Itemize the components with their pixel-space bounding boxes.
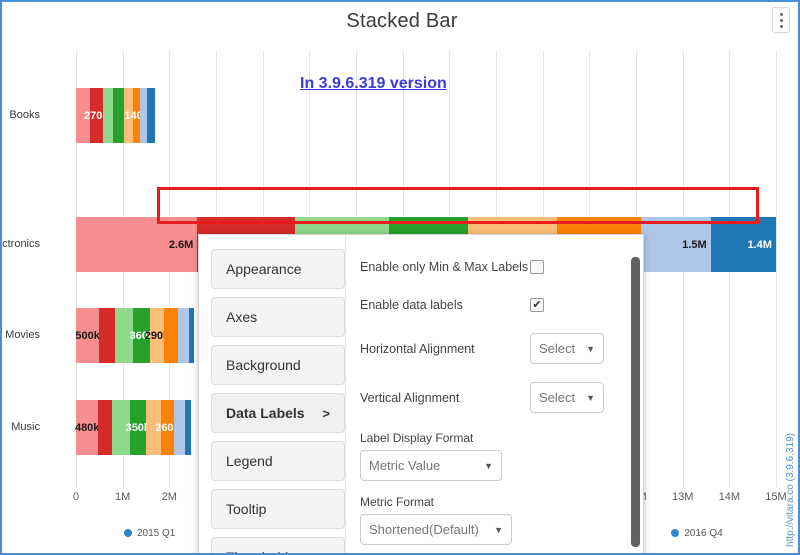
chevron-down-icon: ▼ (586, 392, 595, 403)
page-title: Stacked Bar (346, 10, 458, 32)
chart-bar-segment[interactable] (177, 308, 189, 363)
y-axis-category-label: Books (9, 108, 40, 121)
chevron-down-icon: ▼ (494, 524, 503, 535)
version-annotation-link[interactable]: In 3.9.6.319 version (300, 75, 447, 93)
horizontal-alignment-value: Select (539, 341, 576, 356)
min-max-labels-checkbox[interactable] (530, 260, 544, 274)
chart-bar-segment[interactable] (147, 88, 156, 143)
horizontal-alignment-select[interactable]: Select ▼ (530, 333, 604, 364)
legend-color-dot (671, 529, 680, 537)
vertical-alignment-label: Vertical Alignment (360, 390, 460, 405)
label-display-format-label: Label Display Format (360, 431, 474, 445)
app-window: Stacked Bar 01M2M3M4M5M6M7M8M9M10M11M12M… (0, 0, 800, 555)
settings-nav-item-label: Axes (226, 309, 258, 325)
chart-bar-segment[interactable]: 350k (126, 400, 150, 455)
field-metric-format: Metric Format Shortened(Default) ▼ (360, 495, 625, 545)
enable-data-labels-label: Enable data labels (360, 298, 463, 312)
settings-panel: Appearance Axes Background Data Labels > Lege… (198, 234, 644, 553)
min-max-labels-label: Enable only Min & Max Labels (360, 260, 529, 274)
settings-panel-scrollbar[interactable] (631, 257, 640, 547)
legend-item[interactable]: 2015 Q1 (124, 528, 175, 539)
field-label-display-format: Label Display Format Metric Value ▼ (360, 431, 625, 481)
chart-bar-row: 500k 360k 290k (75, 308, 195, 363)
legend-label: 2016 Q4 (684, 527, 723, 539)
chart-bar-segment[interactable] (98, 400, 113, 455)
chart-bar-row: 270k 140k (76, 88, 156, 143)
chart-bar-segment[interactable]: 2.6M (76, 217, 198, 272)
field-enable-data-labels: Enable data labels ✔ (360, 295, 625, 315)
chart-bar-segment[interactable] (163, 308, 178, 363)
settings-nav-item-appearance[interactable]: Appearance (211, 249, 345, 289)
settings-nav-item-label: Legend (226, 453, 273, 469)
chart-bar-segment[interactable] (102, 88, 113, 143)
settings-nav-item-label: Data Labels (226, 405, 305, 421)
data-label: 1.5M (682, 238, 707, 251)
chevron-down-icon: ▼ (484, 460, 493, 471)
vertical-alignment-value: Select (539, 390, 576, 405)
settings-nav-item-label: Tooltip (226, 501, 267, 517)
data-label: 500k (75, 329, 100, 342)
x-axis-tick-label: 1M (115, 491, 131, 503)
settings-panel-nav: Appearance Axes Background Data Labels > Lege… (199, 235, 345, 553)
data-label: 480k (74, 421, 100, 434)
x-axis-tick-label: 14M (718, 491, 741, 503)
y-axis-category-label: Music (11, 420, 40, 433)
chevron-right-icon: > (322, 405, 330, 421)
label-display-format-value: Metric Value (369, 458, 441, 473)
x-axis-tick-label: 2M (161, 491, 177, 503)
chart-bar-segment[interactable] (185, 400, 191, 455)
vertical-alignment-select[interactable]: Select ▼ (530, 382, 604, 413)
y-axis-category-label: Electronics (2, 237, 40, 250)
watermark-text: http://vitara.co (3.9.6.319) (785, 433, 796, 547)
enable-data-labels-checkbox[interactable]: ✔ (530, 298, 544, 312)
horizontal-alignment-label: Horizontal Alignment (360, 341, 475, 356)
chart-bar-segment[interactable] (99, 308, 115, 363)
chart-bar-row: 480k 350k 260k (74, 400, 191, 455)
settings-nav-item-thresholds[interactable]: Thresholds (211, 537, 345, 553)
y-axis-category-label: Movies (5, 328, 40, 341)
chart-bar-segment[interactable]: 270k (84, 88, 109, 143)
x-axis-tick-label: 13M (671, 491, 694, 503)
metric-format-label: Metric Format (360, 495, 435, 509)
chart-bar-segment[interactable] (188, 308, 195, 363)
field-horizontal-alignment: Horizontal Alignment Select ▼ (360, 333, 625, 364)
gridline (776, 50, 777, 487)
chart-bar-segment[interactable]: 480k (74, 400, 100, 455)
settings-nav-item-background[interactable]: Background (211, 345, 345, 385)
chart-bar-segment[interactable]: 500k (75, 308, 100, 363)
label-display-format-select[interactable]: Metric Value ▼ (360, 450, 502, 481)
settings-nav-item-label: Background (226, 357, 301, 373)
legend-item[interactable]: 2016 Q4 (671, 527, 723, 539)
settings-nav-item-label: Appearance (226, 261, 302, 277)
settings-nav-item-data-labels[interactable]: Data Labels > (211, 393, 345, 433)
legend-color-dot (124, 529, 132, 537)
data-label: 2.6M (168, 238, 194, 251)
chart-bar-segment[interactable]: 290k (145, 308, 169, 363)
chevron-down-icon: ▼ (586, 343, 595, 354)
x-axis-tick-label: 15M (765, 491, 787, 503)
chart-bar-segment[interactable] (112, 88, 125, 143)
metric-format-select[interactable]: Shortened(Default) ▼ (360, 514, 512, 545)
kebab-menu-icon[interactable] (772, 7, 790, 33)
field-vertical-alignment: Vertical Alignment Select ▼ (360, 382, 625, 413)
settings-panel-body: Enable only Min & Max Labels Enable data… (345, 235, 643, 553)
settings-nav-item-axes[interactable]: Axes (211, 297, 345, 337)
settings-nav-item-tooltip[interactable]: Tooltip (211, 489, 345, 529)
chart-bar-segment[interactable] (139, 88, 148, 143)
settings-nav-item-label: Thresholds (226, 549, 295, 553)
chart-bar-segment[interactable] (173, 400, 186, 455)
legend-label: 2015 Q1 (137, 527, 176, 539)
field-min-max-labels: Enable only Min & Max Labels (360, 257, 625, 277)
metric-format-value: Shortened(Default) (369, 522, 479, 537)
chart-bar-segment[interactable]: 1.4M (710, 217, 776, 272)
data-label: 1.4M (747, 238, 772, 251)
x-axis-tick-label: 0 (72, 491, 80, 503)
settings-nav-item-legend[interactable]: Legend (211, 441, 345, 481)
chart-bar-segment[interactable]: 1.5M (640, 217, 711, 272)
chart-bar-segment[interactable]: 260k (155, 400, 180, 455)
